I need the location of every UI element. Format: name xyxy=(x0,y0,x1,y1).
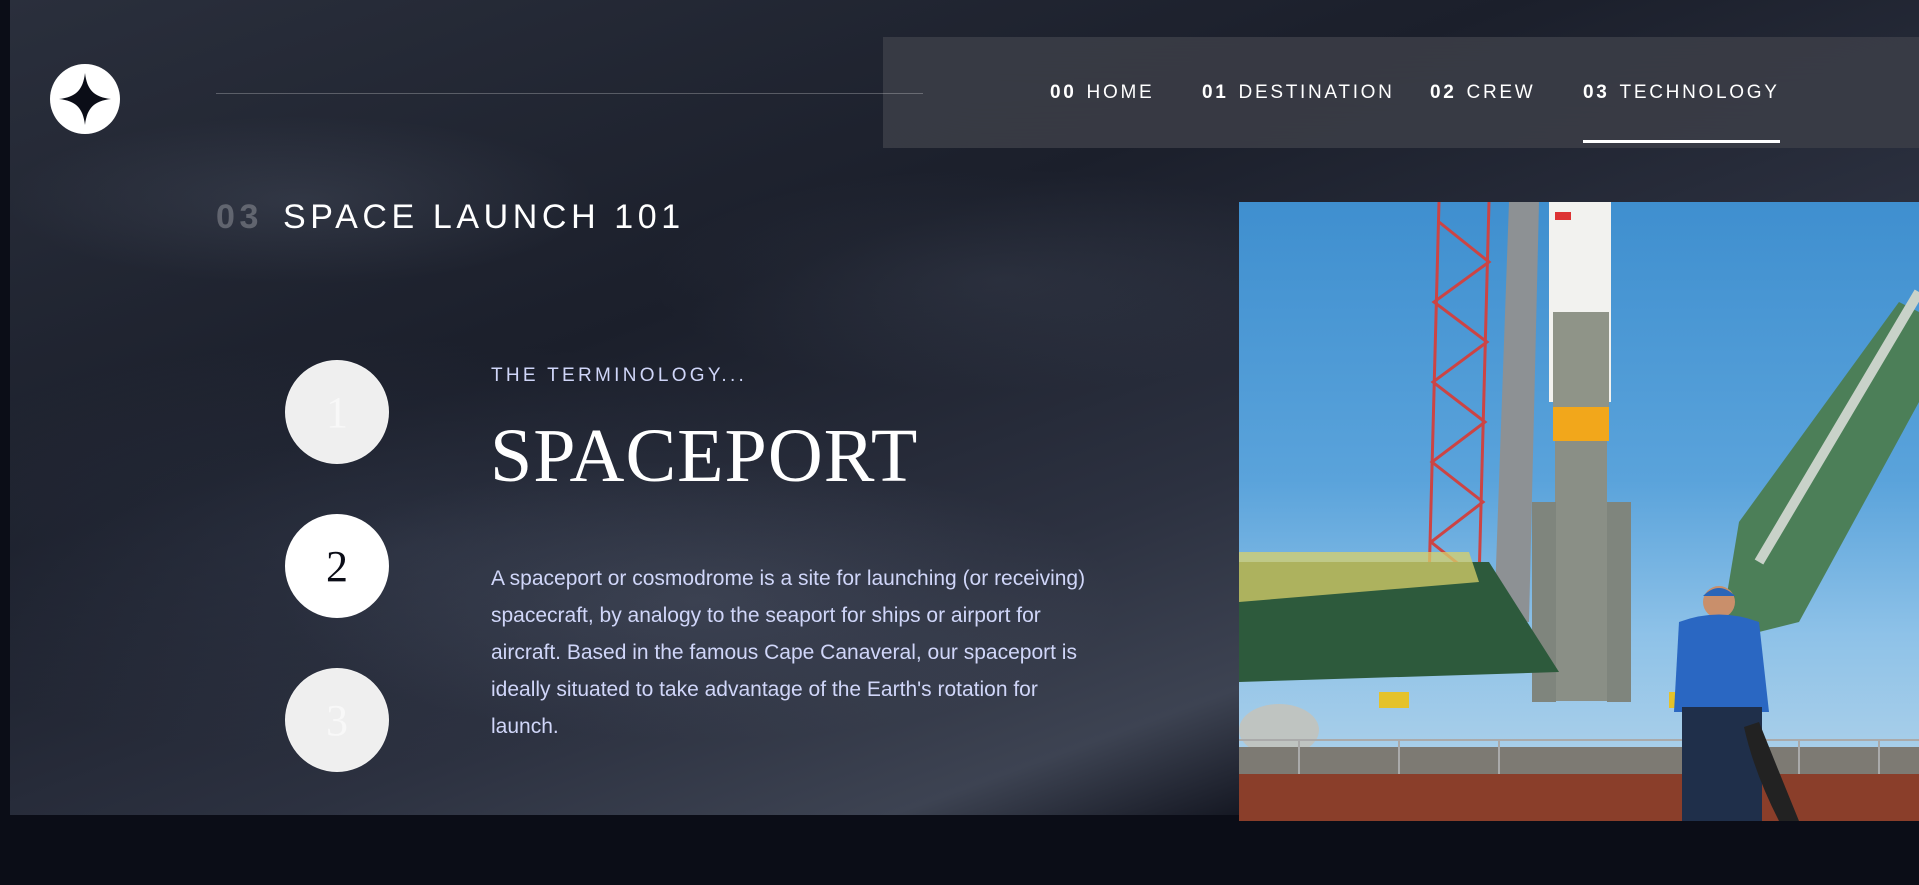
page-title-number: 03 xyxy=(216,198,264,236)
active-nav-indicator xyxy=(1583,140,1780,143)
nav-number: 01 xyxy=(1202,81,1229,103)
header-divider xyxy=(216,93,923,94)
nav-number: 02 xyxy=(1430,81,1457,103)
nav-item-destination[interactable]: 01 DESTINATION xyxy=(1202,37,1395,148)
left-edge-strip xyxy=(0,0,10,885)
nav-label: HOME xyxy=(1086,81,1155,103)
nav-item-crew[interactable]: 02 CREW xyxy=(1430,37,1535,148)
main-navigation: 00 HOME 01 DESTINATION 02 CREW 03 TECHNO… xyxy=(883,37,1919,148)
step-button-1[interactable]: 1 xyxy=(285,360,389,464)
page-title-text: SPACE LAUNCH 101 xyxy=(283,198,685,236)
spaceport-photo xyxy=(1239,202,1919,821)
nav-number: 03 xyxy=(1583,81,1610,103)
nav-item-technology[interactable]: 03 TECHNOLOGY xyxy=(1583,37,1780,148)
page-title: 03 SPACE LAUNCH 101 xyxy=(216,198,685,237)
nav-item-home[interactable]: 00 HOME xyxy=(1050,37,1154,148)
technology-title: SPACEPORT xyxy=(490,414,919,498)
nav-label: DESTINATION xyxy=(1238,81,1395,103)
nav-label: TECHNOLOGY xyxy=(1619,81,1780,103)
star-logo-icon[interactable] xyxy=(50,64,120,134)
technology-description: A spaceport or cosmodrome is a site for … xyxy=(491,567,1086,738)
step-button-3[interactable]: 3 xyxy=(285,668,389,772)
step-button-2[interactable]: 2 xyxy=(285,514,389,618)
terminology-kicker: THE TERMINOLOGY... xyxy=(491,365,748,386)
nav-label: CREW xyxy=(1466,81,1536,103)
nav-number: 00 xyxy=(1050,81,1077,103)
